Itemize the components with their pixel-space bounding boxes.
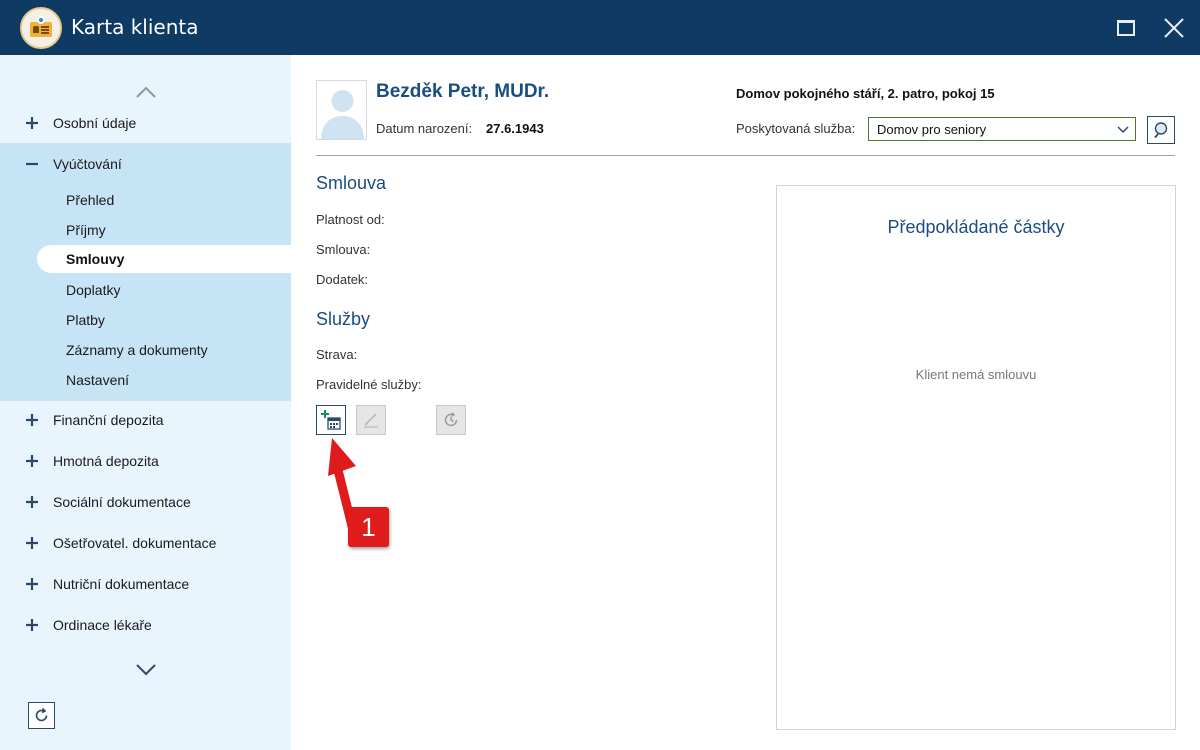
maximize-button[interactable] <box>1110 12 1142 44</box>
maximize-icon <box>1117 20 1135 36</box>
dob-label: Datum narození: <box>376 121 473 136</box>
title-bar: Karta klienta <box>0 0 1200 55</box>
meals-label: Strava: <box>316 347 358 362</box>
sidebar-subitem-smlouvy-label: Smlouvy <box>66 251 125 267</box>
scroll-up-chevron-icon[interactable] <box>134 84 158 100</box>
sidebar-item-ordinace-lekare[interactable]: Ordinace lékaře <box>0 605 291 645</box>
main-content: Bezděk Petr, MUDr. Datum narození: 27.6.… <box>291 55 1200 750</box>
plus-icon <box>26 537 38 549</box>
plus-icon <box>26 455 38 467</box>
expected-amounts-title: Předpokládané částky <box>887 217 1065 237</box>
sidebar-item-label: Ordinace lékaře <box>53 617 152 633</box>
sidebar: Osobní údaje Vyúčtování Přehled Příjmy S… <box>0 55 291 750</box>
minus-icon <box>26 162 38 166</box>
annotation-number: 1 <box>361 511 376 542</box>
dob-value: 27.6.1943 <box>486 121 544 136</box>
contract-label: Smlouva: <box>316 242 371 257</box>
sidebar-subitem-doplatky[interactable]: Doplatky <box>66 282 120 298</box>
sidebar-item-osobni-udaje[interactable]: Osobní údaje <box>0 103 291 143</box>
edit-pencil-icon <box>364 413 378 428</box>
sidebar-item-socialni-dokumentace[interactable]: Sociální dokumentace <box>0 482 291 522</box>
client-name: Bezděk Petr, MUDr. <box>376 81 550 102</box>
scroll-down-chevron-icon[interactable] <box>134 662 158 678</box>
add-calendar-icon <box>321 410 341 430</box>
close-icon <box>1164 18 1184 38</box>
person-silhouette-icon <box>321 90 364 139</box>
sidebar-subitem-zaznamy[interactable]: Záznamy a dokumenty <box>66 342 208 358</box>
client-card-app-icon <box>20 7 62 49</box>
service-label: Poskytovaná služba: <box>736 121 856 136</box>
sidebar-item-label: Finanční depozita <box>53 412 164 428</box>
sidebar-item-label: Osobní údaje <box>53 115 137 131</box>
expected-amounts-panel: Předpokládané částky Klient nemá smlouvu <box>776 185 1176 730</box>
regular-services-label: Pravidelné služby: <box>316 377 422 392</box>
service-select-value: Domov pro seniory <box>877 122 987 137</box>
sidebar-subitem-platby[interactable]: Platby <box>66 312 105 328</box>
annotation-badge: 1 <box>348 507 389 547</box>
search-icon <box>1154 122 1168 139</box>
sidebar-item-nutricni-dokumentace[interactable]: Nutriční dokumentace <box>0 564 291 604</box>
sidebar-item-label: Hmotná depozita <box>53 453 159 469</box>
plus-icon <box>26 117 38 129</box>
sidebar-item-label: Ošetřovatel. dokumentace <box>53 535 217 551</box>
sidebar-item-label: Sociální dokumentace <box>53 494 191 510</box>
services-section-title: Služby <box>316 309 371 329</box>
sidebar-subitem-prehled[interactable]: Přehled <box>66 192 114 208</box>
refresh-button[interactable] <box>28 702 55 729</box>
sidebar-subitem-prijmy[interactable]: Příjmy <box>66 222 106 238</box>
addendum-label: Dodatek: <box>316 272 369 287</box>
plus-icon <box>26 619 38 631</box>
history-button[interactable] <box>436 405 466 435</box>
header-divider <box>316 155 1175 156</box>
plus-icon <box>26 414 38 426</box>
refresh-icon <box>35 707 48 722</box>
close-button[interactable] <box>1158 12 1190 44</box>
sidebar-item-osetrovatel-dokumentace[interactable]: Ošetřovatel. dokumentace <box>0 523 291 563</box>
sidebar-item-label: Nutriční dokumentace <box>53 576 190 592</box>
sidebar-subitem-nastaveni[interactable]: Nastavení <box>66 372 129 388</box>
chevron-down-icon <box>1117 126 1129 134</box>
client-photo-placeholder <box>316 80 367 140</box>
no-contract-message: Klient nemá smlouvu <box>915 367 1037 382</box>
sidebar-item-label: Vyúčtování <box>53 156 122 172</box>
sidebar-item-hmotna-depozita[interactable]: Hmotná depozita <box>0 441 291 481</box>
window-title: Karta klienta <box>71 15 199 39</box>
contract-section-title: Smlouva <box>316 173 387 193</box>
sidebar-item-vyuctovani[interactable]: Vyúčtování <box>0 144 291 184</box>
history-clock-icon <box>444 412 458 427</box>
plus-icon <box>26 578 38 590</box>
service-select[interactable]: Domov pro seniory <box>868 117 1136 141</box>
plus-icon <box>26 496 38 508</box>
valid-from-label: Platnost od: <box>316 212 385 227</box>
sidebar-item-financni-depozita[interactable]: Finanční depozita <box>0 400 291 440</box>
search-client-button[interactable] <box>1147 116 1175 144</box>
client-location: Domov pokojného stáří, 2. patro, pokoj 1… <box>736 86 995 101</box>
